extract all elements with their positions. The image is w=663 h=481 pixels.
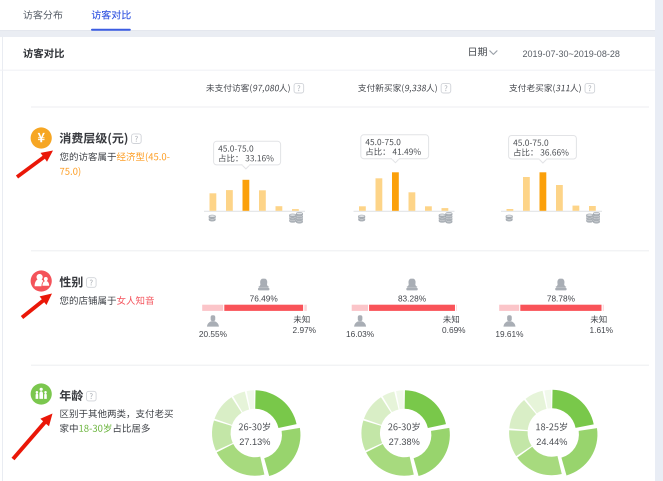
svg-text:78.78%: 78.78% — [547, 294, 576, 304]
svg-text:16.03%: 16.03% — [346, 329, 375, 339]
svg-text:0.69%: 0.69% — [442, 325, 466, 335]
svg-text:19.61%: 19.61% — [495, 329, 524, 339]
svg-text:1.61%: 1.61% — [590, 325, 614, 335]
svg-text:27.13%: 27.13% — [239, 437, 270, 447]
svg-text:2019-07-30~2019-08-28: 2019-07-30~2019-08-28 — [523, 49, 620, 59]
svg-text:83.28%: 83.28% — [398, 294, 427, 304]
svg-text:76.49%: 76.49% — [250, 294, 279, 304]
svg-text:20.55%: 20.55% — [199, 329, 228, 339]
svg-text:2.97%: 2.97% — [293, 325, 317, 335]
svg-text:27.38%: 27.38% — [389, 437, 420, 447]
svg-text:24.44%: 24.44% — [536, 437, 567, 447]
